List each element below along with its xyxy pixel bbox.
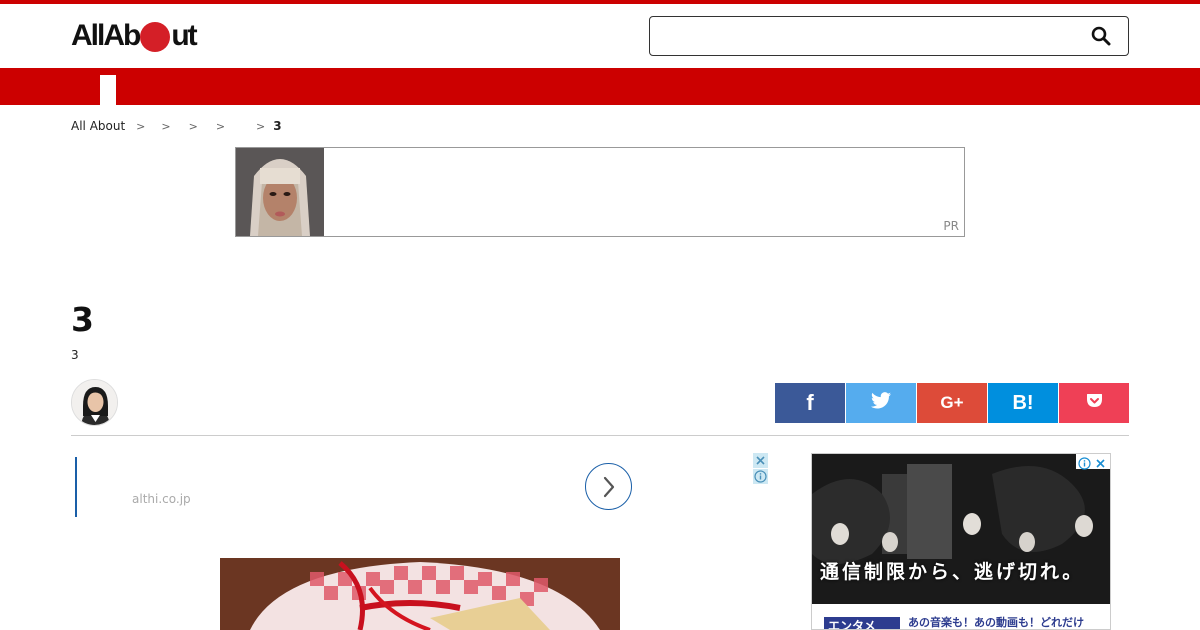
logo-text-1: All [71, 19, 105, 52]
author-avatar[interactable] [71, 379, 118, 426]
section-divider [71, 435, 1129, 436]
share-buttons: f G+ B! [775, 383, 1129, 423]
text-ad-domain: althi.co.jp [132, 492, 191, 506]
logo-text-2: Ab [103, 19, 141, 52]
nav-tab-active[interactable] [100, 75, 116, 105]
global-nav-bar [0, 68, 1200, 105]
pr-ad-image [236, 148, 324, 236]
facebook-icon: f [806, 390, 814, 415]
article-title: 3 [71, 300, 94, 339]
search-input[interactable] [658, 23, 1078, 49]
sidebar-ad-text: あの音楽も！あの動画も！どれだけ [908, 616, 1084, 629]
sidebar-ad-footer: エンタメ あの音楽も！あの動画も！どれだけ [812, 604, 1110, 629]
hatena-bookmark-icon: B! [1012, 391, 1034, 414]
text-ad-unit[interactable]: althi.co.jp [75, 457, 635, 517]
hatena-bookmark-button[interactable]: B! [988, 383, 1058, 423]
search-box[interactable] [649, 16, 1129, 56]
sidebar-ad-caption: 通信制限から、逃げ切れ。 [820, 561, 1085, 583]
ad-info-icon[interactable] [753, 469, 768, 484]
breadcrumb-separator: > [188, 119, 198, 133]
pocket-icon [1086, 393, 1103, 414]
google-plus-icon: G+ [940, 393, 964, 412]
breadcrumb-home-link[interactable]: All About [71, 119, 125, 133]
sidebar-ad-controls [1076, 454, 1110, 470]
article-image [220, 558, 620, 630]
allabout-logo[interactable]: All Ab ut [71, 19, 198, 53]
chevron-right-icon[interactable] [585, 463, 632, 510]
ad-close-icon[interactable] [1094, 455, 1107, 474]
sidebar-display-ad[interactable]: 通信制限から、逃げ切れ。 エンタメ あの音楽も！あの動画も！どれだけ [811, 453, 1111, 630]
pr-ad-banner[interactable]: PR [235, 147, 965, 237]
google-plus-share-button[interactable]: G+ [917, 383, 987, 423]
breadcrumb-separator: > [161, 119, 171, 133]
twitter-share-button[interactable] [846, 383, 916, 423]
breadcrumb: All About > > > > > 3 [71, 118, 282, 134]
facebook-share-button[interactable]: f [775, 383, 845, 423]
pr-label: PR [943, 219, 959, 233]
top-accent-stripe [0, 0, 1200, 4]
breadcrumb-separator: > [256, 119, 266, 133]
twitter-icon [871, 392, 891, 414]
breadcrumb-separator: > [215, 119, 226, 133]
sidebar-ad-tag: エンタメ [824, 617, 900, 629]
logo-text-3: ut [171, 19, 197, 52]
pocket-save-button[interactable] [1059, 383, 1129, 423]
article-subtitle: 3 [71, 348, 79, 362]
breadcrumb-current: 3 [273, 119, 282, 133]
ad-close-icon[interactable] [753, 453, 768, 468]
search-icon[interactable] [1091, 26, 1111, 46]
logo-red-dot [140, 22, 171, 52]
breadcrumb-separator: > [136, 119, 146, 133]
ad-info-icon[interactable] [1078, 455, 1091, 474]
